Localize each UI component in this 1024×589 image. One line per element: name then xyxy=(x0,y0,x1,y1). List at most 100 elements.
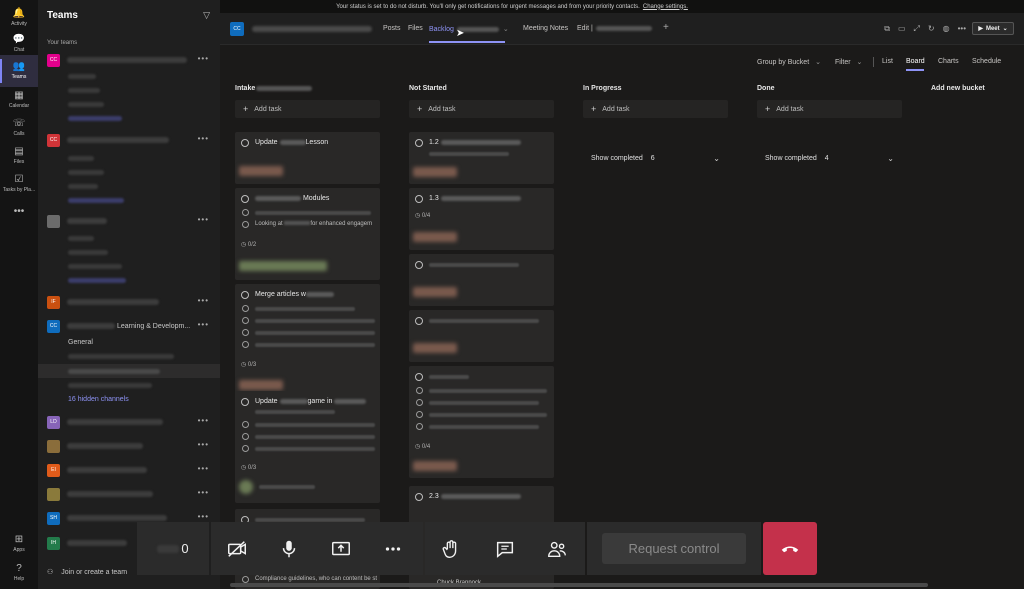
team-item[interactable]: LD ••• xyxy=(47,415,215,429)
view-board[interactable]: Board xyxy=(906,58,925,65)
more-options-icon[interactable]: ••• xyxy=(198,134,209,143)
add-task-button[interactable]: + Add task xyxy=(235,100,380,118)
bucket-title-done[interactable]: Done xyxy=(757,85,775,92)
complete-checkbox[interactable] xyxy=(415,317,423,325)
complete-checkbox[interactable] xyxy=(415,373,423,381)
open-external-icon[interactable]: ⧉ xyxy=(884,24,890,34)
add-tab-button[interactable]: + xyxy=(663,22,669,33)
view-charts[interactable]: Charts xyxy=(938,58,959,65)
task-card[interactable]: 1.3 ◷ 0/4 xyxy=(409,188,554,250)
tab-posts[interactable]: Posts xyxy=(383,25,401,32)
more-options-icon[interactable]: ••• xyxy=(198,464,209,473)
team-item[interactable]: IF ••• xyxy=(47,295,215,309)
checklist-checkbox[interactable] xyxy=(242,341,249,348)
complete-checkbox[interactable] xyxy=(415,139,423,147)
checklist-checkbox[interactable] xyxy=(242,221,249,228)
channel-redacted[interactable] xyxy=(68,116,122,121)
mic-button[interactable] xyxy=(263,522,315,575)
task-card[interactable]: Modules Looking at for enhanced engagem … xyxy=(235,188,380,280)
team-item-learning[interactable]: CC Learning & Developm... ••• xyxy=(47,319,215,333)
team-item[interactable]: ••• xyxy=(47,214,215,228)
chat-button[interactable] xyxy=(479,522,531,575)
channel-redacted[interactable] xyxy=(68,102,104,107)
more-options-icon[interactable]: ••• xyxy=(198,320,209,329)
team-item[interactable]: ••• xyxy=(47,487,215,501)
complete-checkbox[interactable] xyxy=(241,398,249,406)
channel-redacted[interactable] xyxy=(68,264,122,269)
checklist-checkbox[interactable] xyxy=(242,433,249,440)
tab-edit[interactable]: Edit | xyxy=(577,25,652,32)
channel-redacted[interactable] xyxy=(68,88,100,93)
checklist-checkbox[interactable] xyxy=(242,305,249,312)
channel-redacted[interactable] xyxy=(68,156,94,161)
complete-checkbox[interactable] xyxy=(415,493,423,501)
channel-redacted[interactable] xyxy=(68,198,124,203)
more-options-icon[interactable]: ••• xyxy=(198,296,209,305)
task-card[interactable]: ◷ 0/4 xyxy=(409,366,554,478)
tab-meeting-notes[interactable]: Meeting Notes xyxy=(523,25,568,32)
group-by-dropdown[interactable]: Group by Bucket ⌄ xyxy=(757,58,821,66)
task-card[interactable]: Update game in ◷ 0/3 xyxy=(235,391,380,503)
camera-off-button[interactable] xyxy=(211,522,263,575)
team-item[interactable]: CC ••• xyxy=(47,133,215,147)
rail-more[interactable]: ••• xyxy=(0,196,38,228)
filter-icon[interactable]: ▽ xyxy=(203,10,210,21)
more-options-icon[interactable]: ••• xyxy=(198,440,209,449)
complete-checkbox[interactable] xyxy=(415,261,423,269)
show-completed-toggle[interactable]: Show completed 4 ⌄ xyxy=(757,149,902,167)
channel-redacted[interactable] xyxy=(68,383,152,388)
channel-redacted[interactable] xyxy=(68,278,126,283)
task-card[interactable]: Merge articles w ◷ 0/3 xyxy=(235,284,380,398)
task-card[interactable] xyxy=(409,254,554,306)
complete-checkbox[interactable] xyxy=(241,291,249,299)
checklist-checkbox[interactable] xyxy=(416,423,423,430)
conversation-icon[interactable]: ▭ xyxy=(898,24,906,34)
task-card[interactable] xyxy=(409,310,554,362)
complete-checkbox[interactable] xyxy=(241,195,249,203)
request-control-button[interactable]: Request control xyxy=(602,533,746,564)
change-settings-link[interactable]: Change settings. xyxy=(643,4,688,10)
channel-redacted[interactable] xyxy=(68,184,98,189)
show-completed-toggle[interactable]: Show completed 6 ⌄ xyxy=(583,149,728,167)
add-task-button[interactable]: + Add task xyxy=(757,100,902,118)
channel-redacted[interactable] xyxy=(68,74,96,79)
horizontal-scrollbar[interactable] xyxy=(230,583,928,587)
add-new-bucket[interactable]: Add new bucket xyxy=(931,85,985,92)
bucket-title-intake[interactable]: Intake xyxy=(235,85,313,92)
checklist-checkbox[interactable] xyxy=(242,329,249,336)
complete-checkbox[interactable] xyxy=(241,139,249,147)
bucket-title-not-started[interactable]: Not Started xyxy=(409,85,447,92)
checklist-checkbox[interactable] xyxy=(416,399,423,406)
checklist-checkbox[interactable] xyxy=(242,317,249,324)
meet-button[interactable]: ▶ Meet ⌄ xyxy=(972,22,1014,35)
checklist-checkbox[interactable] xyxy=(242,445,249,452)
tab-files[interactable]: Files xyxy=(408,25,423,32)
checklist-checkbox[interactable] xyxy=(416,411,423,418)
task-card[interactable]: Update Lesson xyxy=(235,132,380,184)
refresh-icon[interactable]: ↻ xyxy=(928,24,935,34)
view-schedule[interactable]: Schedule xyxy=(972,58,1001,65)
globe-icon[interactable]: ◍ xyxy=(943,24,950,34)
more-options-icon[interactable]: ••• xyxy=(198,215,209,224)
rail-apps[interactable]: ⊞ Apps xyxy=(0,528,38,560)
raise-hand-button[interactable] xyxy=(425,522,477,575)
channel-redacted[interactable] xyxy=(68,354,174,359)
participants-button[interactable] xyxy=(531,522,583,575)
team-item[interactable]: ••• xyxy=(47,439,215,453)
checklist-checkbox[interactable] xyxy=(242,421,249,428)
bucket-title-in-progress[interactable]: In Progress xyxy=(583,85,622,92)
add-task-button[interactable]: + Add task xyxy=(409,100,554,118)
channel-redacted[interactable] xyxy=(68,369,160,374)
channel-redacted[interactable] xyxy=(68,170,104,175)
more-icon[interactable]: ••• xyxy=(958,24,966,34)
checklist-checkbox[interactable] xyxy=(416,387,423,394)
tab-backlog[interactable]: Backlog ⌄ xyxy=(429,25,509,33)
expand-icon[interactable]: ⤢ xyxy=(914,24,920,34)
add-task-button[interactable]: + Add task xyxy=(583,100,728,118)
share-screen-button[interactable] xyxy=(315,522,367,575)
rail-help[interactable]: ? Help xyxy=(0,557,38,589)
more-options-icon[interactable]: ••• xyxy=(198,54,209,63)
checklist-checkbox[interactable] xyxy=(242,576,249,583)
hidden-channels-link[interactable]: 16 hidden channels xyxy=(68,396,129,403)
more-actions-button[interactable] xyxy=(367,522,419,575)
